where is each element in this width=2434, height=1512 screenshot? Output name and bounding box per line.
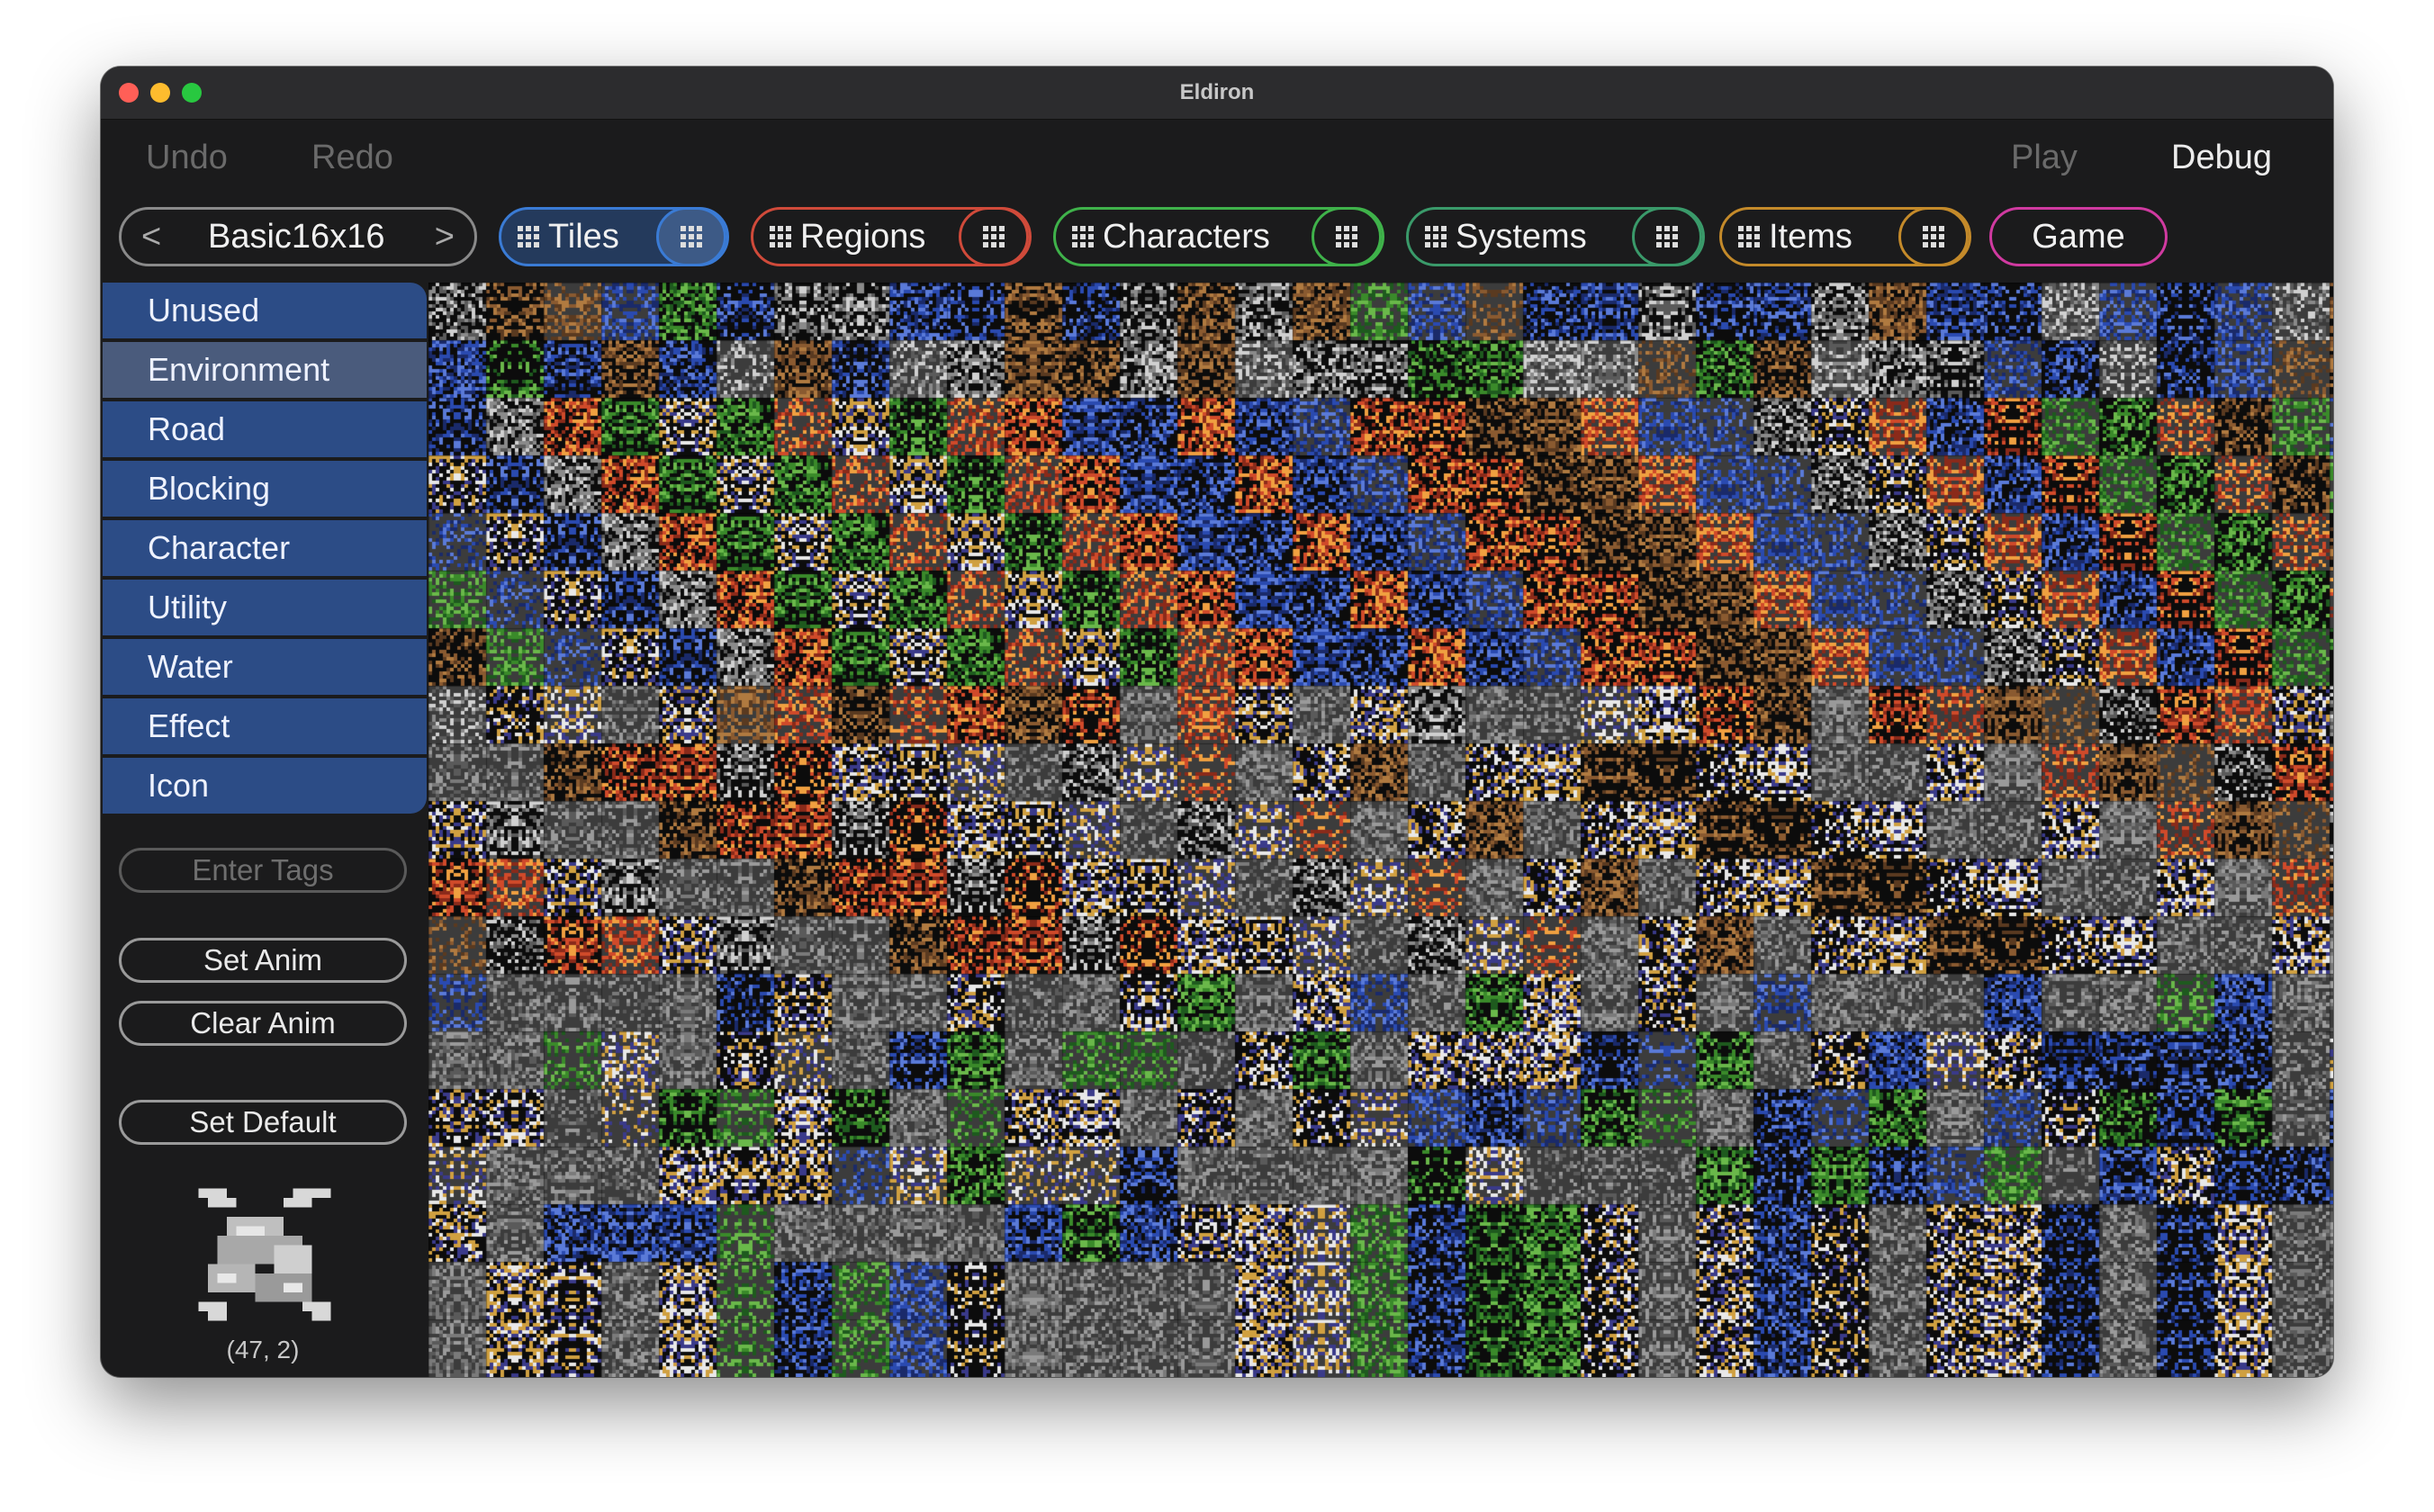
tilemap-selector: < Basic16x16 > (119, 207, 477, 266)
category-environment[interactable]: Environment (103, 342, 427, 398)
systems-grid-button[interactable] (1632, 207, 1702, 266)
tab-regions[interactable]: Regions (751, 207, 1032, 266)
category-blocking[interactable]: Blocking (103, 461, 427, 517)
undo-button[interactable]: Undo (146, 139, 228, 177)
characters-grid-button[interactable] (1312, 207, 1382, 266)
category-water[interactable]: Water (103, 639, 427, 695)
tiles-grid-button[interactable] (656, 207, 726, 266)
window-title: Eldiron (1179, 80, 1255, 104)
grid-icon (1923, 226, 1944, 248)
grid-icon (681, 226, 702, 248)
set-default-button[interactable]: Set Default (119, 1100, 407, 1145)
grid-icon (1738, 226, 1760, 248)
items-grid-button[interactable] (1898, 207, 1969, 266)
set-anim-button[interactable]: Set Anim (119, 938, 407, 983)
tab-systems-label: Systems (1456, 217, 1587, 256)
tile-atlas[interactable] (428, 283, 2333, 1377)
tab-items[interactable]: Items (1719, 207, 1971, 266)
grid-icon (1425, 226, 1447, 248)
tags-input[interactable] (119, 848, 407, 893)
next-tilemap-button[interactable]: > (435, 218, 455, 256)
regions-grid-button[interactable] (959, 207, 1029, 266)
prev-tilemap-button[interactable]: < (141, 218, 161, 256)
tile-grid[interactable] (428, 283, 2333, 1377)
category-icon[interactable]: Icon (103, 758, 427, 814)
tab-game-label: Game (2032, 217, 2125, 256)
category-unused[interactable]: Unused (103, 283, 427, 338)
title-bar: Eldiron (101, 67, 2333, 120)
grid-icon (770, 226, 791, 248)
debug-button[interactable]: Debug (2171, 139, 2272, 177)
category-effect[interactable]: Effect (103, 698, 427, 754)
clear-anim-button[interactable]: Clear Anim (119, 1001, 407, 1046)
tilemap-name: Basic16x16 (208, 217, 385, 256)
tile-coordinates: (47, 2) (226, 1336, 300, 1364)
grid-icon (518, 226, 539, 248)
tab-items-label: Items (1769, 217, 1853, 256)
tab-systems[interactable]: Systems (1406, 207, 1705, 266)
tab-regions-label: Regions (800, 217, 926, 256)
tab-tiles-label: Tiles (548, 217, 619, 256)
play-button[interactable]: Play (2011, 139, 2078, 177)
tab-tiles[interactable]: Tiles (499, 207, 729, 266)
grid-icon (983, 226, 1005, 248)
tab-characters-label: Characters (1103, 217, 1270, 256)
tab-game[interactable]: Game (1989, 207, 2168, 266)
tile-preview (189, 1179, 340, 1330)
redo-button[interactable]: Redo (311, 139, 393, 177)
category-road[interactable]: Road (103, 401, 427, 457)
grid-icon (1072, 226, 1094, 248)
category-character[interactable]: Character (103, 520, 427, 576)
tab-characters[interactable]: Characters (1053, 207, 1384, 266)
grid-icon (1656, 226, 1678, 248)
app-window: Eldiron Undo Redo Play Debug < Basic16x1… (101, 67, 2333, 1377)
category-list: Unused Environment Road Blocking Charact… (103, 283, 427, 817)
grid-icon (1336, 226, 1357, 248)
category-utility[interactable]: Utility (103, 580, 427, 635)
